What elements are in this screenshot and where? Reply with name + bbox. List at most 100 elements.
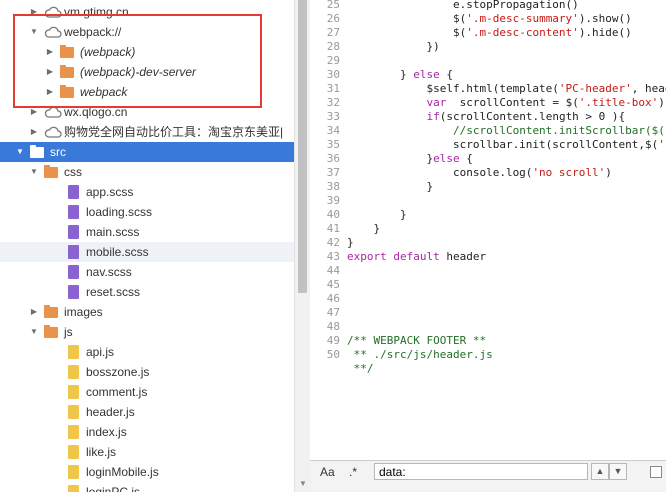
tree-item[interactable]: mobile.scss bbox=[0, 242, 294, 262]
chevron-up-icon[interactable]: ▲ bbox=[591, 463, 609, 480]
cloud-icon bbox=[44, 106, 62, 118]
tree-item[interactable]: ▶ webpack bbox=[0, 82, 294, 102]
tree-item[interactable]: ▼ src bbox=[0, 142, 294, 162]
code-line: 29 bbox=[310, 54, 666, 68]
scss-file-icon bbox=[68, 205, 79, 219]
code-token: else bbox=[433, 152, 460, 165]
line-number: 32 bbox=[326, 96, 340, 109]
code-editor[interactable]: 25 e.stopPropagation() 26 $('.m-desc-summ… bbox=[310, 0, 666, 460]
code-token: ) bbox=[605, 166, 612, 179]
line-number: 50 bbox=[326, 348, 340, 361]
tree-item[interactable]: ▶ (webpack) bbox=[0, 42, 294, 62]
scss-file-icon bbox=[68, 225, 79, 239]
tree-item-label: mobile.scss bbox=[86, 245, 149, 259]
tree-item[interactable]: bosszone.js bbox=[0, 362, 294, 382]
folder-icon bbox=[44, 325, 58, 338]
code-line: 30 } else { bbox=[310, 68, 666, 82]
tree-item[interactable]: comment.js bbox=[0, 382, 294, 402]
folder-icon bbox=[60, 65, 74, 78]
tree-item-label: (webpack)-dev-server bbox=[80, 65, 197, 79]
expanded-arrow-icon[interactable]: ▼ bbox=[29, 322, 39, 342]
code-token: $( bbox=[347, 26, 467, 39]
code-token: } bbox=[347, 236, 354, 249]
line-number: 37 bbox=[326, 166, 340, 179]
code-text: } bbox=[347, 222, 380, 236]
tree-item[interactable]: ▼ css bbox=[0, 162, 294, 182]
chevron-down-icon[interactable]: ▼ bbox=[609, 463, 627, 480]
collapsed-arrow-icon[interactable]: ▶ bbox=[29, 302, 39, 322]
code-token: default bbox=[393, 250, 440, 263]
expanded-arrow-icon[interactable]: ▼ bbox=[15, 142, 25, 162]
expanded-arrow-icon[interactable]: ▼ bbox=[29, 162, 39, 182]
tree-item[interactable]: loginMobile.js bbox=[0, 462, 294, 482]
collapsed-arrow-icon[interactable]: ▶ bbox=[29, 122, 39, 142]
js-file-icon bbox=[68, 385, 79, 399]
tree-item[interactable]: ▶ images bbox=[0, 302, 294, 322]
regex-toggle[interactable]: .* bbox=[349, 465, 357, 479]
code-line: 48 bbox=[310, 320, 666, 334]
tree-item[interactable]: nav.scss bbox=[0, 262, 294, 282]
tree-item[interactable]: loginPC.js bbox=[0, 482, 294, 492]
tree-item[interactable]: api.js bbox=[0, 342, 294, 362]
js-file-icon bbox=[68, 485, 79, 492]
code-token: export bbox=[347, 250, 387, 263]
expanded-arrow-icon[interactable]: ▼ bbox=[29, 22, 39, 42]
tree-item[interactable]: header.js bbox=[0, 402, 294, 422]
tree-item[interactable]: ▶ vm.gtimg.cn bbox=[0, 2, 294, 22]
tree-item[interactable]: reset.scss bbox=[0, 282, 294, 302]
tree-item-label: bosszone.js bbox=[86, 365, 150, 379]
search-option-checkbox[interactable] bbox=[650, 466, 662, 478]
code-token: /** WEBPACK FOOTER ** bbox=[347, 334, 487, 347]
collapsed-arrow-icon[interactable]: ▶ bbox=[45, 82, 55, 102]
line-number: 46 bbox=[326, 292, 340, 305]
code-token: e.stopPropagation() bbox=[347, 0, 579, 11]
collapsed-arrow-icon[interactable]: ▶ bbox=[45, 42, 55, 62]
code-line: 39 bbox=[310, 194, 666, 208]
code-line: 35 scrollbar.init(scrollContent,$(' bbox=[310, 138, 666, 152]
code-token: var bbox=[426, 96, 447, 109]
tree-item-label: webpack bbox=[80, 85, 128, 99]
line-number: 36 bbox=[326, 152, 340, 165]
match-case-toggle[interactable]: Aa bbox=[320, 465, 335, 479]
tree-item[interactable]: ▶ 购物党全网自动比价工具：淘宝京东美亚| bbox=[0, 122, 294, 142]
code-text: //scrollContent.initScrollbar($( bbox=[347, 124, 665, 138]
tree-item-label: reset.scss bbox=[86, 285, 141, 299]
code-line: 26 $('.m-desc-summary').show() bbox=[310, 12, 666, 26]
line-number: 31 bbox=[326, 82, 340, 95]
tree-scrollbar[interactable]: ▼ bbox=[294, 0, 310, 492]
line-number: 49 bbox=[326, 334, 340, 347]
collapsed-arrow-icon[interactable]: ▶ bbox=[29, 2, 39, 22]
line-number: 34 bbox=[326, 124, 340, 137]
collapsed-arrow-icon[interactable]: ▶ bbox=[45, 62, 55, 82]
scss-file-icon bbox=[68, 185, 79, 199]
folder-icon bbox=[60, 85, 74, 98]
scroll-down-arrow-icon[interactable]: ▼ bbox=[299, 479, 307, 488]
code-line: 32 var scrollContent = $('.title-box') bbox=[310, 96, 666, 110]
cloud-icon bbox=[44, 126, 62, 138]
line-number: 44 bbox=[326, 264, 340, 277]
tree-item[interactable]: main.scss bbox=[0, 222, 294, 242]
code-text: } bbox=[347, 180, 433, 194]
tree-item[interactable]: index.js bbox=[0, 422, 294, 442]
code-line: 31 $self.html(template('PC-header', head bbox=[310, 82, 666, 96]
code-token: } bbox=[347, 68, 414, 81]
tree-item[interactable]: ▼ js bbox=[0, 322, 294, 342]
tree-item[interactable]: loading.scss bbox=[0, 202, 294, 222]
tree-item[interactable]: like.js bbox=[0, 442, 294, 462]
tree-item[interactable]: ▼ webpack:// bbox=[0, 22, 294, 42]
line-number: 25 bbox=[326, 0, 340, 11]
tree-item-label: nav.scss bbox=[86, 265, 132, 279]
scrollbar-thumb[interactable] bbox=[298, 0, 307, 293]
tree-item[interactable]: app.scss bbox=[0, 182, 294, 202]
code-text: $self.html(template('PC-header', head bbox=[347, 82, 666, 96]
tree-item[interactable]: ▶ wx.qlogo.cn bbox=[0, 102, 294, 122]
tree-item[interactable]: ▶ (webpack)-dev-server bbox=[0, 62, 294, 82]
line-number: 26 bbox=[326, 12, 340, 25]
line-number: 38 bbox=[326, 180, 340, 193]
search-input[interactable] bbox=[374, 463, 588, 480]
line-number: 45 bbox=[326, 278, 340, 291]
cloud-icon bbox=[44, 26, 62, 38]
collapsed-arrow-icon[interactable]: ▶ bbox=[29, 102, 39, 122]
